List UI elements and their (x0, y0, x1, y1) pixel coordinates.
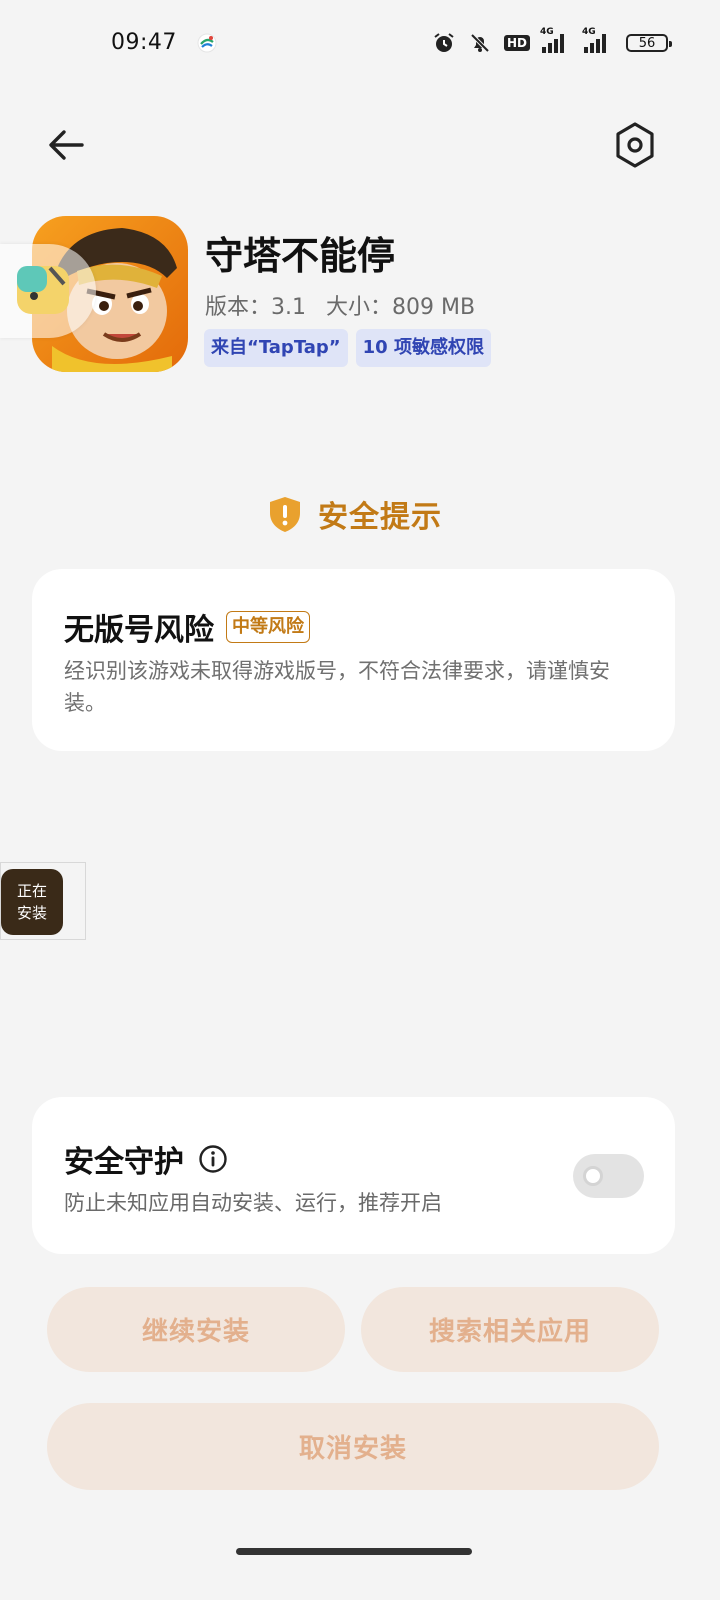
risk-description: 经识别该游戏未取得游戏版号，不符合法律要求，请谨慎安装。 (64, 659, 610, 715)
alarm-icon (434, 33, 454, 52)
app-size: 大小：809 MB (326, 295, 476, 320)
app-meta: 版本：3.1 大小：809 MB (205, 289, 475, 321)
home-indicator[interactable] (236, 1548, 472, 1555)
guard-toggle[interactable] (573, 1154, 644, 1198)
mute-icon (470, 33, 490, 53)
shield-alert-icon (270, 497, 300, 532)
source-tag[interactable]: 来自“TapTap” (204, 329, 348, 367)
app-name: 守塔不能停 (205, 234, 396, 278)
app-tags: 来自“TapTap” 10 项敏感权限 (204, 329, 491, 367)
guard-description: 防止未知应用自动安装、运行，推荐开启 (64, 1191, 442, 1215)
signal-icon: 4G (540, 27, 572, 53)
back-button[interactable] (44, 122, 90, 168)
arrow-left-icon (49, 130, 84, 160)
battery-icon: 56 (626, 34, 672, 52)
guard-title-row: 安全守护 (64, 1137, 228, 1181)
carrier-icon (196, 32, 218, 54)
security-notice-title: 安全提示 (318, 500, 442, 535)
floating-assistant-button[interactable] (0, 244, 96, 338)
installing-label: 正在 安装 (1, 869, 63, 935)
cancel-install-button[interactable]: 取消安装 (47, 1403, 659, 1490)
risk-title: 无版号风险 (64, 613, 214, 648)
guard-title: 安全守护 (64, 1145, 184, 1180)
risk-card: 无版号风险 中等风险 经识别该游戏未取得游戏版号，不符合法律要求，请谨慎安装。 (32, 569, 675, 751)
app-version: 版本：3.1 (205, 295, 306, 320)
continue-install-button[interactable]: 继续安装 (47, 1287, 345, 1372)
hexagon-gear-icon (616, 122, 654, 168)
info-icon[interactable] (198, 1144, 228, 1174)
search-related-apps-button[interactable]: 搜索相关应用 (361, 1287, 659, 1372)
toggle-knob (583, 1166, 603, 1186)
risk-title-row: 无版号风险 中等风险 (64, 605, 310, 649)
status-icons: HD 4G 4G 56 (432, 27, 672, 56)
status-time: 09:47 (111, 30, 177, 55)
settings-button[interactable] (612, 120, 658, 170)
security-notice-heading: 安全提示 (268, 492, 442, 536)
signal-icon: 4G (582, 27, 614, 53)
security-guard-card: 安全守护 防止未知应用自动安装、运行，推荐开启 (32, 1097, 675, 1254)
risk-level-badge: 中等风险 (226, 611, 310, 643)
hd-icon: HD (503, 35, 530, 51)
installing-float[interactable]: 正在 安装 (0, 862, 86, 940)
permissions-tag[interactable]: 10 项敏感权限 (355, 329, 491, 367)
